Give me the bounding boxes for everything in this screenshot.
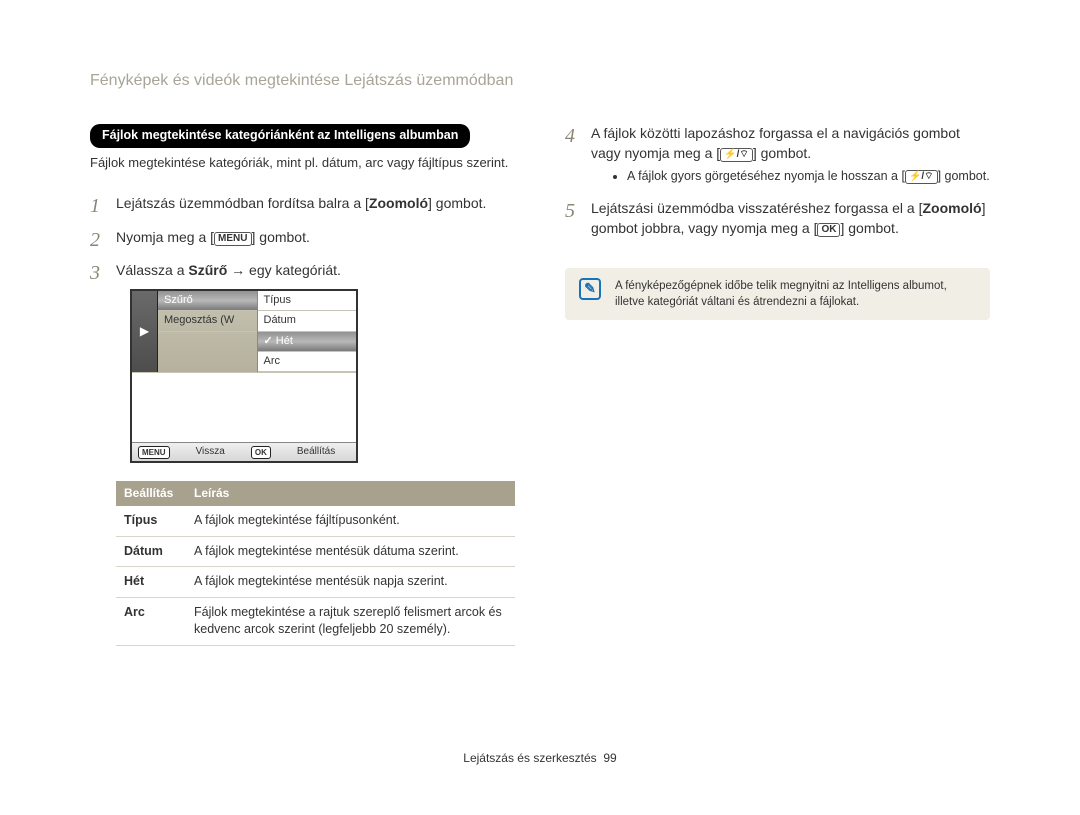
ok-button-icon: OK	[251, 446, 271, 459]
step-3: Válassza a Szűrő → egy kategóriát. ▶ Szű…	[90, 261, 515, 645]
table-row: HétA fájlok megtekintése mentésük napja …	[116, 567, 515, 598]
page-title: Fényképek és videók megtekintése Lejátsz…	[90, 70, 990, 92]
step-5: Lejátszási üzemmódba visszatéréshez forg…	[565, 199, 990, 238]
right-column: A fájlok közötti lapozáshoz forgassa el …	[565, 124, 990, 659]
ui-back-label: Vissza	[196, 445, 225, 459]
ui-right-tipus: Típus	[258, 291, 357, 311]
flash-wifi-key-icon: ⚡/⌔	[720, 148, 753, 163]
ui-ok-label: Beállítás	[297, 445, 335, 459]
ui-right-arc: Arc	[258, 352, 357, 372]
step-4-bullet: A fájlok gyors görgetéséhez nyomja le ho…	[627, 168, 990, 186]
menu-key-icon: MENU	[214, 232, 251, 247]
step-4: A fájlok közötti lapozáshoz forgassa el …	[565, 124, 990, 185]
th-beallitas: Beállítás	[116, 481, 186, 506]
settings-table: Beállítás Leírás TípusA fájlok megtekint…	[116, 481, 515, 645]
ui-right-datum: Dátum	[258, 311, 357, 331]
left-column: Fájlok megtekintése kategóriánként az In…	[90, 124, 515, 659]
play-mode-icon: ▶	[132, 291, 158, 373]
step-2: Nyomja meg a [MENU] gombot.	[90, 228, 515, 248]
camera-ui-screenshot: ▶ Szűrő Megosztás (W Típus Dátum Hét Arc	[130, 289, 358, 464]
info-icon: ✎	[579, 278, 601, 300]
note-box: ✎ A fényképezőgépnek időbe telik megnyit…	[565, 268, 990, 320]
th-leiras: Leírás	[186, 481, 515, 506]
section-heading-pill: Fájlok megtekintése kategóriánként az In…	[90, 124, 470, 148]
table-row: DátumA fájlok megtekintése mentésük dátu…	[116, 536, 515, 567]
ok-key-icon: OK	[817, 223, 840, 238]
ui-right-het: Hét	[258, 332, 357, 352]
ui-left-megosztas: Megosztás (W	[158, 311, 257, 331]
ui-left-szuro: Szűrő	[158, 291, 257, 311]
note-text: A fényképezőgépnek időbe telik megnyitni…	[615, 278, 976, 310]
menu-button-icon: MENU	[138, 446, 170, 459]
flash-wifi-key-icon: ⚡/⌔	[905, 170, 938, 185]
intro-text: Fájlok megtekintése kategóriák, mint pl.…	[90, 154, 515, 172]
step-1: Lejátszás üzemmódban fordítsa balra a [Z…	[90, 194, 515, 214]
table-row: TípusA fájlok megtekintése fájltípusonké…	[116, 506, 515, 536]
page-footer: Lejátszás és szerkesztés 99	[90, 750, 990, 767]
table-row: ArcFájlok megtekintése a rajtuk szereplő…	[116, 597, 515, 645]
